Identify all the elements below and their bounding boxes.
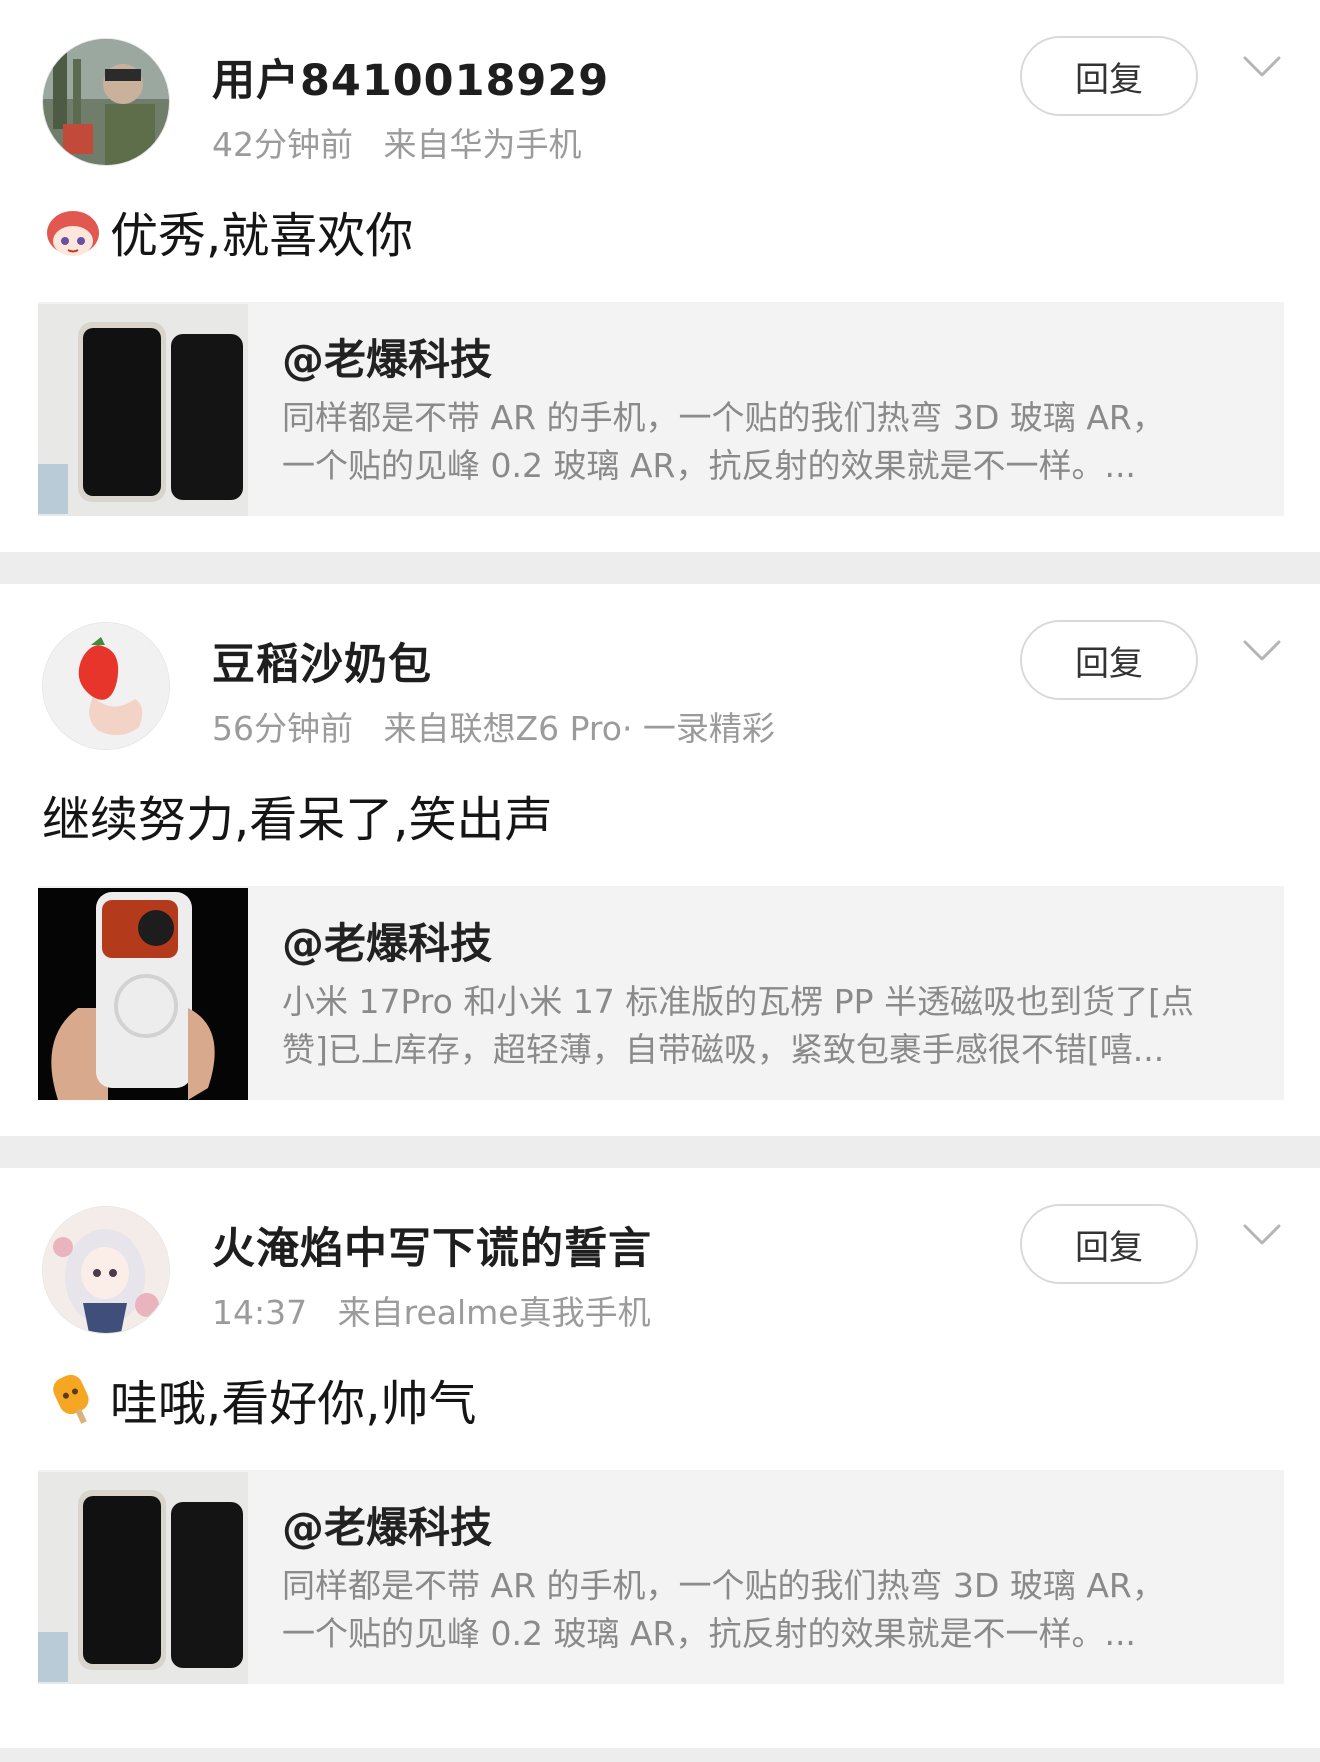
- quoted-post-author[interactable]: @老爆科技: [282, 326, 492, 387]
- quoted-post-author[interactable]: @老爆科技: [282, 1494, 492, 1555]
- chevron-down-icon[interactable]: [1242, 638, 1282, 664]
- comment-feed: 用户8410018929 42分钟前 来自华为手机 回复 优秀,就喜欢你 @老爆…: [0, 0, 1320, 1748]
- post-meta: 56分钟前 来自联想Z6 Pro· 一录精彩: [212, 702, 775, 750]
- comment-text: 继续努力,看呆了,笑出声: [42, 792, 553, 848]
- username[interactable]: 豆稻沙奶包: [212, 630, 432, 692]
- chevron-down-icon[interactable]: [1242, 54, 1282, 80]
- quoted-post-text: 同样都是不带 AR 的手机，一个贴的我们热弯 3D 玻璃 AR， 一个贴的见峰 …: [282, 1562, 1262, 1658]
- quoted-post-thumbnail: [38, 1472, 248, 1684]
- comment-text-row: 继续努力,看呆了,笑出声: [42, 780, 553, 850]
- quoted-post[interactable]: @老爆科技 同样都是不带 AR 的手机，一个贴的我们热弯 3D 玻璃 AR， 一…: [38, 302, 1284, 516]
- post-time: 42分钟前: [212, 125, 353, 164]
- avatar[interactable]: [42, 1206, 170, 1334]
- reply-button[interactable]: 回复: [1020, 36, 1198, 116]
- comment-text-row: 优秀,就喜欢你: [42, 196, 413, 266]
- comment-card: 豆稻沙奶包 56分钟前 来自联想Z6 Pro· 一录精彩 回复 继续努力,看呆了…: [0, 584, 1320, 1136]
- comment-card: 用户8410018929 42分钟前 来自华为手机 回复 优秀,就喜欢你 @老爆…: [0, 0, 1320, 552]
- username[interactable]: 火淹焰中写下谎的誓言: [212, 1214, 652, 1276]
- reply-button[interactable]: 回复: [1020, 620, 1198, 700]
- quoted-post-line: 一个贴的见峰 0.2 玻璃 AR，抗反射的效果就是不一样。...: [282, 446, 1136, 485]
- quoted-post-text: 小米 17Pro 和小米 17 标准版的瓦楞 PP 半透磁吸也到货了[点 赞]已…: [282, 978, 1262, 1074]
- quoted-post-line: 同样都是不带 AR 的手机，一个贴的我们热弯 3D 玻璃 AR，: [282, 398, 1165, 437]
- quoted-post[interactable]: @老爆科技 小米 17Pro 和小米 17 标准版的瓦楞 PP 半透磁吸也到货了…: [38, 886, 1284, 1100]
- comment-text: 优秀,就喜欢你: [110, 208, 414, 264]
- quoted-post[interactable]: @老爆科技 同样都是不带 AR 的手机，一个贴的我们热弯 3D 玻璃 AR， 一…: [38, 1470, 1284, 1684]
- post-source: 来自联想Z6 Pro· 一录精彩: [383, 709, 775, 748]
- comment-text: 哇哦,看好你,帅气: [110, 1376, 477, 1432]
- post-time: 14:37: [212, 1293, 308, 1332]
- quoted-post-thumbnail: [38, 304, 248, 516]
- post-meta: 42分钟前 来自华为手机: [212, 118, 582, 166]
- reply-button[interactable]: 回复: [1020, 1204, 1198, 1284]
- quoted-post-line: 一个贴的见峰 0.2 玻璃 AR，抗反射的效果就是不一样。...: [282, 1614, 1136, 1653]
- anime-boy-emoji-icon: [42, 203, 104, 259]
- comment-text-row: 哇哦,看好你,帅气: [42, 1364, 477, 1434]
- ice-pop-emoji-icon: [42, 1371, 104, 1427]
- username[interactable]: 用户8410018929: [212, 46, 609, 108]
- quoted-post-thumbnail: [38, 888, 248, 1100]
- quoted-post-text: 同样都是不带 AR 的手机，一个贴的我们热弯 3D 玻璃 AR， 一个贴的见峰 …: [282, 394, 1262, 490]
- chevron-down-icon[interactable]: [1242, 1222, 1282, 1248]
- post-source: 来自realme真我手机: [337, 1293, 651, 1332]
- avatar[interactable]: [42, 622, 170, 750]
- quoted-post-line: 小米 17Pro 和小米 17 标准版的瓦楞 PP 半透磁吸也到货了[点: [282, 982, 1194, 1021]
- quoted-post-author[interactable]: @老爆科技: [282, 910, 492, 971]
- post-time: 56分钟前: [212, 709, 353, 748]
- comment-card: 火淹焰中写下谎的誓言 14:37 来自realme真我手机 回复 哇哦,看好你,: [0, 1168, 1320, 1748]
- avatar[interactable]: [42, 38, 170, 166]
- quoted-post-line: 同样都是不带 AR 的手机，一个贴的我们热弯 3D 玻璃 AR，: [282, 1566, 1165, 1605]
- post-meta: 14:37 来自realme真我手机: [212, 1286, 651, 1334]
- post-source: 来自华为手机: [383, 125, 582, 164]
- quoted-post-line: 赞]已上库存，超轻薄，自带磁吸，紧致包裹手感很不错[嘻...: [282, 1030, 1165, 1069]
